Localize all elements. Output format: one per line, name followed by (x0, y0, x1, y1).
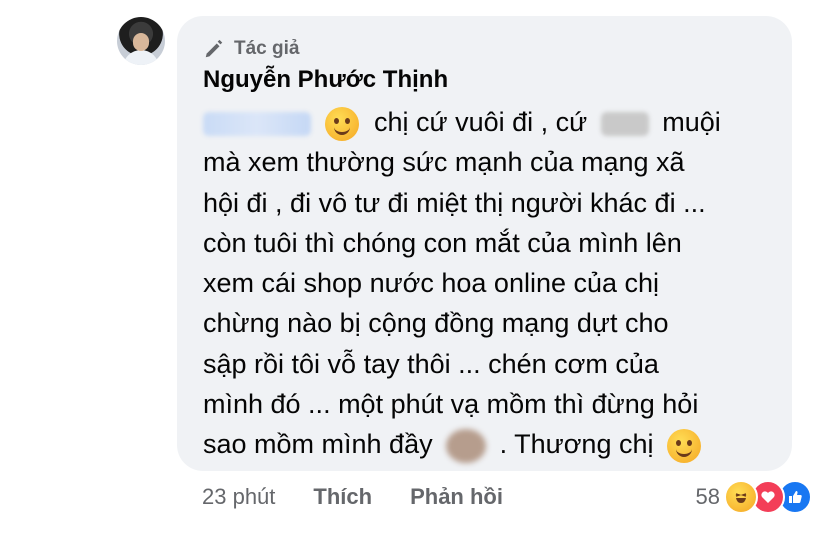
comment-line: sập rồi tôi vỗ tay thôi ... chén cơm của (203, 348, 659, 379)
comment-line: mà xem thường sức mạnh của mạng xã (203, 147, 685, 178)
like-button[interactable]: Thích (313, 484, 372, 510)
pencil-icon (205, 39, 223, 58)
avatar[interactable] (117, 17, 165, 65)
reply-button[interactable]: Phản hồi (410, 484, 503, 510)
author-badge: Tác giả (203, 36, 299, 62)
winking-face-emoji (667, 429, 701, 464)
reaction-count[interactable]: 58 (696, 484, 720, 510)
haha-icon (724, 480, 758, 514)
blurred-word (600, 111, 649, 136)
comment-line: xem cái shop nước hoa online của chị (203, 268, 660, 299)
timestamp[interactable]: 23 phút (202, 484, 275, 510)
author-badge-label: Tác giả (234, 38, 300, 59)
comment-line: sao mồm mình đầy . Thương chị (203, 424, 773, 464)
comment-line: chừng nào bị cộng đồng mạng dựt cho (203, 308, 669, 339)
comment-text: chị cứ vuôi đi , cứ muội mà xem thường s… (203, 102, 773, 465)
comment-footer: 23 phút Thích Phản hồi 58 (202, 480, 812, 514)
comment-line: chị cứ vuôi đi , cứ muội (203, 102, 773, 142)
comment-line: hội đi , đi vô tư đi miệt thị người khác… (203, 187, 706, 218)
blurred-emoji (446, 429, 487, 464)
comment-line: mình đó ... một phút vạ mồm thì đừng hỏi (203, 389, 699, 420)
comment-line: còn tuôi thì chóng con mắt của mình lên (203, 227, 682, 258)
reaction-icons[interactable] (724, 480, 812, 514)
smiling-face-emoji (324, 106, 359, 141)
blurred-mention (203, 111, 311, 136)
author-name[interactable]: Nguyễn Phước Thịnh (203, 66, 448, 94)
